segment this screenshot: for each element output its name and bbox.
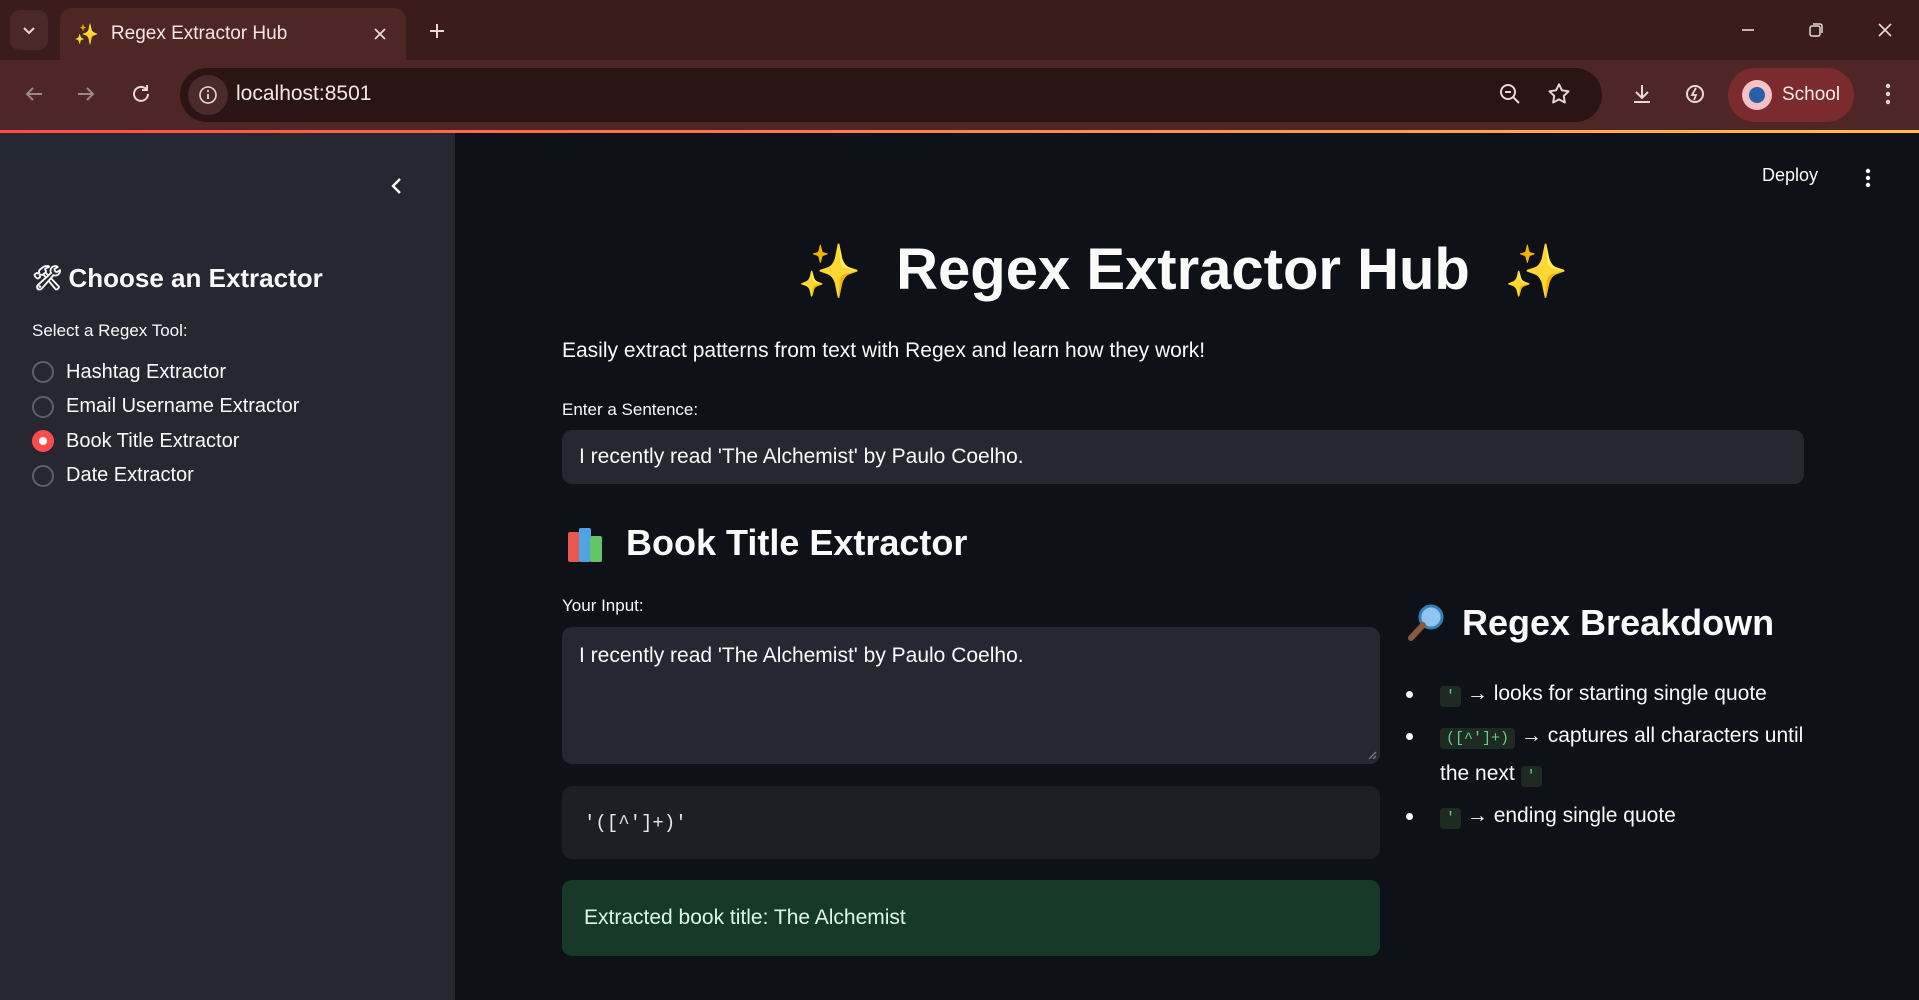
success-alert: Extracted book title: The Alchemist bbox=[562, 880, 1380, 956]
extractor-radio-group: Hashtag Extractor Email Username Extract… bbox=[32, 355, 299, 493]
sentence-input-label: Enter a Sentence: bbox=[562, 400, 699, 419]
books-icon bbox=[566, 524, 608, 562]
tab-search-button[interactable] bbox=[10, 10, 48, 50]
minimize-icon bbox=[1742, 29, 1754, 31]
extensions-button[interactable] bbox=[1675, 74, 1715, 114]
collapse-sidebar-button[interactable] bbox=[380, 169, 414, 203]
your-input-label: Your Input: bbox=[562, 596, 644, 615]
breakdown-list: ' → looks for starting single quote ([^'… bbox=[1406, 676, 1816, 840]
browser-tab[interactable]: ✨ Regex Extractor Hub bbox=[60, 8, 406, 60]
url-text: localhost:8501 bbox=[236, 82, 372, 105]
radio-button-selected[interactable] bbox=[32, 430, 54, 453]
downloads-button[interactable] bbox=[1622, 74, 1662, 114]
minimize-button[interactable] bbox=[1725, 10, 1771, 50]
site-info-icon[interactable] bbox=[188, 75, 228, 115]
browser-toolbar: localhost:8501 School bbox=[0, 60, 1919, 130]
profile-button[interactable]: School bbox=[1728, 68, 1854, 122]
inline-code: ([^']+) bbox=[1440, 728, 1516, 749]
new-tab-button[interactable] bbox=[420, 14, 454, 48]
result-text: Extracted book title: The Alchemist bbox=[584, 906, 906, 929]
list-item-text: → ending single quote bbox=[1466, 804, 1676, 827]
sparkles-icon: ✨ bbox=[74, 23, 99, 46]
tab-strip: ✨ Regex Extractor Hub bbox=[0, 0, 1919, 60]
radio-label: Hashtag Extractor bbox=[66, 360, 227, 383]
inline-code: ' bbox=[1520, 766, 1542, 787]
radio-label: Email Username Extractor bbox=[66, 395, 300, 418]
forward-button[interactable] bbox=[66, 74, 106, 114]
sentence-input[interactable] bbox=[562, 430, 1804, 484]
breakdown-title: Regex Breakdown bbox=[1406, 602, 1774, 644]
radio-group-label: Select a Regex Tool: bbox=[32, 321, 188, 340]
kebab-menu-icon bbox=[1865, 168, 1871, 188]
inline-code: ' bbox=[1440, 808, 1462, 829]
sidebar-header: 🛠 Choose an Extractor bbox=[32, 263, 323, 294]
deploy-button[interactable]: Deploy bbox=[1762, 165, 1818, 186]
your-input-textarea[interactable]: I recently read 'The Alchemist' by Paulo… bbox=[562, 627, 1380, 764]
bookmark-star-icon[interactable] bbox=[1546, 81, 1572, 112]
sidebar: 🛠 Choose an Extractor Select a Regex Too… bbox=[0, 133, 455, 1000]
radio-email-username-extractor[interactable]: Email Username Extractor bbox=[32, 390, 299, 425]
profile-name: School bbox=[1782, 84, 1841, 105]
restore-button[interactable] bbox=[1793, 10, 1839, 50]
radio-label: Date Extractor bbox=[66, 464, 194, 487]
radio-date-extractor[interactable]: Date Extractor bbox=[32, 459, 299, 494]
avatar bbox=[1742, 80, 1772, 110]
sidebar-header-text: Choose an Extractor bbox=[68, 263, 323, 293]
chevron-down-icon bbox=[23, 27, 35, 35]
regex-code-block: '([^']+)' bbox=[562, 786, 1380, 859]
list-item: ' → ending single quote bbox=[1406, 798, 1816, 836]
inline-code: ' bbox=[1440, 686, 1462, 707]
breakdown-title-text: Regex Breakdown bbox=[1462, 602, 1775, 643]
plus-icon bbox=[430, 24, 444, 38]
radio-button[interactable] bbox=[32, 464, 54, 487]
magnifier-icon bbox=[1408, 604, 1444, 641]
radio-label: Book Title Extractor bbox=[66, 429, 240, 452]
restore-icon bbox=[1809, 23, 1823, 37]
radio-book-title-extractor[interactable]: Book Title Extractor bbox=[32, 424, 299, 459]
radio-button[interactable] bbox=[32, 395, 54, 418]
radio-hashtag-extractor[interactable]: Hashtag Extractor bbox=[32, 355, 299, 390]
close-window-button[interactable] bbox=[1862, 10, 1908, 50]
sparkles-icon: ✨ bbox=[1503, 243, 1569, 301]
reload-button[interactable] bbox=[121, 74, 161, 114]
tab-title: Regex Extractor Hub bbox=[110, 23, 288, 44]
app-menu-button[interactable] bbox=[1856, 164, 1880, 192]
kebab-menu-icon bbox=[1885, 83, 1891, 105]
close-icon bbox=[1878, 23, 1892, 37]
close-tab-icon[interactable] bbox=[368, 22, 392, 46]
list-item: ([^']+) → captures all characters until … bbox=[1406, 718, 1816, 794]
list-item-text: → looks for starting single quote bbox=[1466, 682, 1767, 705]
regex-pattern: '([^']+)' bbox=[584, 811, 687, 834]
back-button[interactable] bbox=[14, 74, 54, 114]
page-title: ✨ Regex Extractor Hub ✨ bbox=[562, 236, 1804, 303]
arrow-left-icon bbox=[25, 87, 42, 101]
arrow-right-icon bbox=[78, 87, 95, 101]
chevron-left-icon bbox=[391, 178, 401, 194]
browser-menu-button[interactable] bbox=[1868, 74, 1908, 114]
radio-button[interactable] bbox=[32, 361, 54, 384]
tools-icon: 🛠 bbox=[32, 265, 63, 292]
page-title-text: Regex Extractor Hub bbox=[896, 237, 1470, 302]
download-icon bbox=[1634, 85, 1650, 103]
page-subtitle: Easily extract patterns from text with R… bbox=[562, 339, 1206, 362]
resize-handle-icon[interactable] bbox=[1367, 750, 1377, 760]
section-title: Book Title Extractor bbox=[566, 522, 967, 564]
address-bar[interactable]: localhost:8501 bbox=[180, 68, 1602, 122]
section-title-text: Book Title Extractor bbox=[626, 522, 968, 563]
sparkles-icon: ✨ bbox=[797, 243, 863, 301]
reload-icon bbox=[133, 85, 149, 102]
list-item: ' → looks for starting single quote bbox=[1406, 676, 1816, 714]
performance-icon bbox=[1686, 85, 1704, 103]
zoom-icon[interactable] bbox=[1498, 82, 1522, 111]
